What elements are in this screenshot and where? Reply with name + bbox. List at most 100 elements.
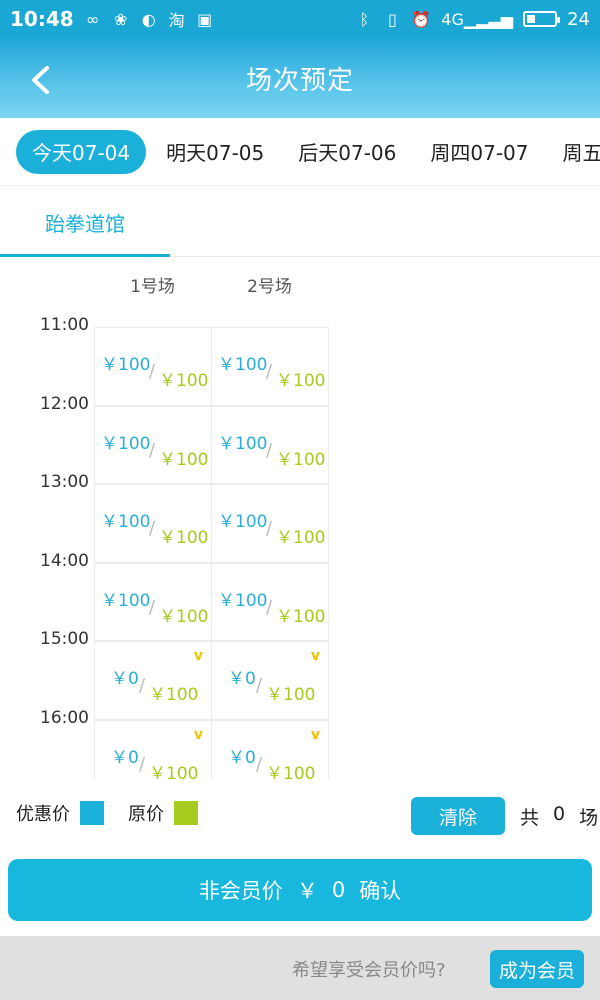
legend-original-label: 原价 xyxy=(128,804,164,825)
slot-court2-1200[interactable]: ￥100 / ￥100 xyxy=(211,405,329,484)
price-separator: / xyxy=(139,675,146,696)
time-label: 15:00 xyxy=(40,629,89,649)
confirm-label: 非会员价 xyxy=(198,879,283,903)
legend-discount-label: 优惠价 xyxy=(16,804,70,825)
vip-icon: v xyxy=(310,726,320,743)
vip-icon: v xyxy=(310,648,320,664)
venue-tab-taekwondo[interactable]: 跆拳道馆 xyxy=(0,187,170,257)
slot-court1-1300[interactable]: ￥100 / ￥100 xyxy=(94,484,212,563)
status-left: 10:48 ∞ ❀ ◐ 淘 ▣ xyxy=(10,7,214,31)
date-tab-today[interactable]: 今天07-04 xyxy=(16,129,147,174)
slot-court2-1100[interactable]: ￥100 / ￥100 xyxy=(211,327,329,406)
original-price: ￥100 xyxy=(276,371,326,391)
court-headers: 1号场 2号场 xyxy=(94,272,328,300)
price-legend: 优惠价 原价 xyxy=(16,800,198,826)
time-label: 16:00 xyxy=(40,707,89,728)
confirm-button[interactable]: 非会员价 ￥ 0 确认 xyxy=(8,859,592,921)
court-header-2: 2号场 xyxy=(247,277,292,297)
price-separator: / xyxy=(266,361,273,382)
price-separator: / xyxy=(266,596,273,618)
slot-court1-1100[interactable]: ￥100 / ￥100 xyxy=(94,327,212,406)
app-icon: ❀ xyxy=(113,9,128,29)
price-separator: / xyxy=(256,675,263,696)
price-separator: / xyxy=(149,361,156,382)
discount-price: ￥0 xyxy=(111,669,139,689)
price-separator: / xyxy=(149,439,156,461)
original-price: ￥100 xyxy=(276,606,326,627)
original-price: ￥100 xyxy=(159,528,209,548)
discount-price: ￥100 xyxy=(101,590,151,611)
vip-icon: v xyxy=(193,648,203,664)
slot-grid: ￥100 / ￥100 ￥100 / ￥100 ￥100 / ￥100 ￥100… xyxy=(94,327,330,779)
vip-icon: v xyxy=(193,726,203,743)
time-label: 11:00 xyxy=(40,315,89,335)
confirm-action: 确认 xyxy=(359,879,402,903)
page-title: 场次预定 xyxy=(245,65,354,96)
original-price: ￥100 xyxy=(276,449,326,470)
discount-price: ￥100 xyxy=(218,433,268,454)
time-label: 12:00 xyxy=(40,393,89,414)
date-tab-day-after[interactable]: 后天07-06 xyxy=(284,130,410,174)
date-tab-friday[interactable]: 周五07-08 xyxy=(549,130,600,174)
back-button[interactable] xyxy=(20,60,60,100)
become-member-button[interactable]: 成为会员 xyxy=(490,950,584,988)
original-price: ￥100 xyxy=(149,763,199,780)
signal-icon: 4G▁▂▃▅ xyxy=(441,9,514,29)
original-price: ￥100 xyxy=(149,685,199,705)
original-price: ￥100 xyxy=(159,449,209,470)
legend-original-swatch xyxy=(174,801,198,825)
slot-court1-1400[interactable]: ￥100 / ￥100 xyxy=(94,562,212,641)
slot-court1-1600[interactable]: v ￥0 / ￥100 xyxy=(94,719,212,780)
price-separator: / xyxy=(149,518,156,539)
original-price: ￥100 xyxy=(159,371,209,391)
half-circle-icon: ◐ xyxy=(141,9,156,29)
infinity-icon: ∞ xyxy=(86,9,100,29)
price-separator: / xyxy=(266,518,273,539)
vibrate-icon: ▯ xyxy=(387,9,397,29)
date-tab-thursday[interactable]: 周四07-07 xyxy=(416,130,542,174)
discount-price: ￥100 xyxy=(218,590,268,611)
discount-price: ￥0 xyxy=(111,747,139,768)
venue-tab-indicator xyxy=(0,254,170,257)
battery-level: 24 xyxy=(567,8,590,30)
confirm-amount: 0 xyxy=(331,878,346,902)
status-time: 10:48 xyxy=(10,7,74,31)
selected-count: 共 0 场 xyxy=(520,803,598,830)
discount-price: ￥100 xyxy=(218,512,268,532)
date-tabs: 今天07-04 明天07-05 后天07-06 周四07-07 周五07-08 xyxy=(0,118,600,186)
discount-price: ￥0 xyxy=(228,669,256,689)
slot-court1-1500[interactable]: v ￥0 / ￥100 xyxy=(94,641,212,720)
slot-court2-1400[interactable]: ￥100 / ￥100 xyxy=(211,562,329,641)
total-count: 0 xyxy=(553,803,566,825)
discount-price: ￥100 xyxy=(101,355,151,375)
venue-tabs: 跆拳道馆 xyxy=(0,187,600,257)
back-arrow-icon xyxy=(32,66,49,94)
clear-button[interactable]: 清除 xyxy=(411,797,505,835)
total-prefix: 共 xyxy=(520,807,540,829)
total-suffix: 场 xyxy=(579,807,599,829)
price-separator: / xyxy=(266,439,273,461)
confirm-currency: ￥ xyxy=(296,879,318,903)
date-tab-tomorrow[interactable]: 明天07-05 xyxy=(152,130,278,174)
price-separator: / xyxy=(256,753,263,775)
time-label: 13:00 xyxy=(40,472,89,492)
discount-price: ￥100 xyxy=(218,355,268,375)
slot-court2-1300[interactable]: ￥100 / ￥100 xyxy=(211,484,329,563)
original-price: ￥100 xyxy=(276,528,326,548)
legend-discount-swatch xyxy=(80,801,104,825)
discount-price: ￥100 xyxy=(101,433,151,454)
alarm-icon: ⏰ xyxy=(411,9,432,29)
time-label: 14:00 xyxy=(40,550,89,571)
taobao-icon: 淘 xyxy=(168,11,185,30)
court-header-1: 1号场 xyxy=(130,277,175,297)
slot-court2-1600[interactable]: v ￥0 / ￥100 xyxy=(211,719,329,780)
original-price: ￥100 xyxy=(159,606,209,627)
original-price: ￥100 xyxy=(266,685,316,705)
discount-price: ￥0 xyxy=(228,747,256,768)
original-price: ￥100 xyxy=(266,763,316,780)
slot-court1-1200[interactable]: ￥100 / ￥100 xyxy=(94,405,212,484)
price-separator: / xyxy=(149,596,156,618)
member-prompt: 希望享受会员价吗? xyxy=(292,960,446,981)
slot-court2-1500[interactable]: v ￥0 / ￥100 xyxy=(211,641,329,720)
battery-icon xyxy=(523,11,561,27)
